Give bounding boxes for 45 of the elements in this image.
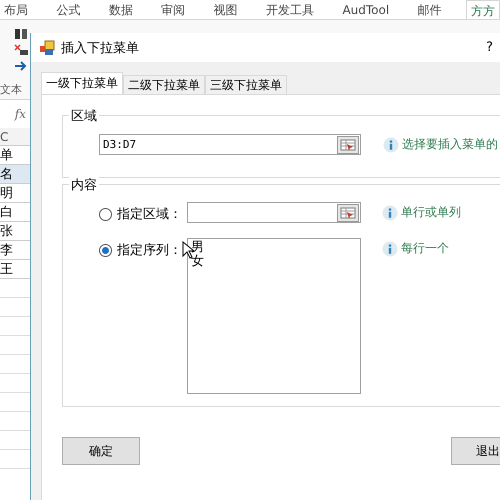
info-icon (383, 136, 399, 152)
group-label: 文本 (0, 82, 22, 97)
delete-icon[interactable] (14, 44, 28, 56)
column-header: C (0, 128, 30, 146)
hint-text: 单行或单列 (401, 204, 461, 221)
arrow-icon[interactable] (14, 60, 28, 72)
tab[interactable]: 二级下拉菜单 (123, 75, 205, 94)
table-cell: 张 (0, 222, 30, 241)
ribbon-tab[interactable]: 视图 (210, 0, 242, 19)
table-cell: 白 (0, 203, 30, 222)
tab[interactable]: 三级下拉菜单 (205, 75, 287, 94)
radio-option[interactable]: 指定序列： (99, 241, 187, 259)
ribbon-tab[interactable]: 邮件 (414, 0, 446, 19)
info-icon (382, 240, 398, 256)
table-cell: 王 (0, 260, 30, 279)
table-cell: 明 (0, 184, 30, 203)
ribbon-tab[interactable]: 方方 (466, 0, 500, 19)
range-field[interactable]: D3:D7 (99, 134, 361, 155)
ribbon-tab[interactable]: 布局 (0, 0, 32, 19)
info-icon (382, 204, 398, 220)
table-cell: 名 (0, 165, 30, 184)
range-field[interactable] (187, 202, 361, 223)
group-title: 内容 (69, 176, 99, 194)
ok-button[interactable]: 确定 (62, 437, 140, 465)
ribbon-tab[interactable]: 数据 (104, 0, 137, 19)
window-title: 插入下拉菜单 (61, 40, 140, 56)
radio-button[interactable] (99, 244, 112, 256)
list-field[interactable]: 男 女 (187, 238, 361, 394)
hint-text: 每行一个 (401, 240, 449, 257)
hint-text: 选择要插入菜单的 (402, 136, 498, 153)
ribbon-tab[interactable]: 审阅 (157, 0, 190, 19)
ribbon-tab[interactable]: 公式 (52, 0, 84, 19)
radio-button[interactable] (99, 208, 112, 220)
formula-label: fx (13, 106, 27, 123)
app-icon (39, 40, 55, 56)
ribbon-tab[interactable]: 开发工具 (262, 0, 318, 19)
ribbon-tab[interactable]: AudTool (338, 0, 394, 19)
tab[interactable]: 一级下拉菜单 (41, 72, 123, 94)
table-cell: 李 (0, 241, 30, 260)
radio-option[interactable]: 指定区域： (99, 205, 187, 223)
exit-button[interactable]: 退出 (451, 437, 500, 465)
range-picker-icon[interactable] (337, 136, 359, 154)
range-picker-icon[interactable] (337, 204, 359, 222)
help-button[interactable]: ? (486, 40, 493, 55)
table-cell: 单 (0, 146, 30, 165)
